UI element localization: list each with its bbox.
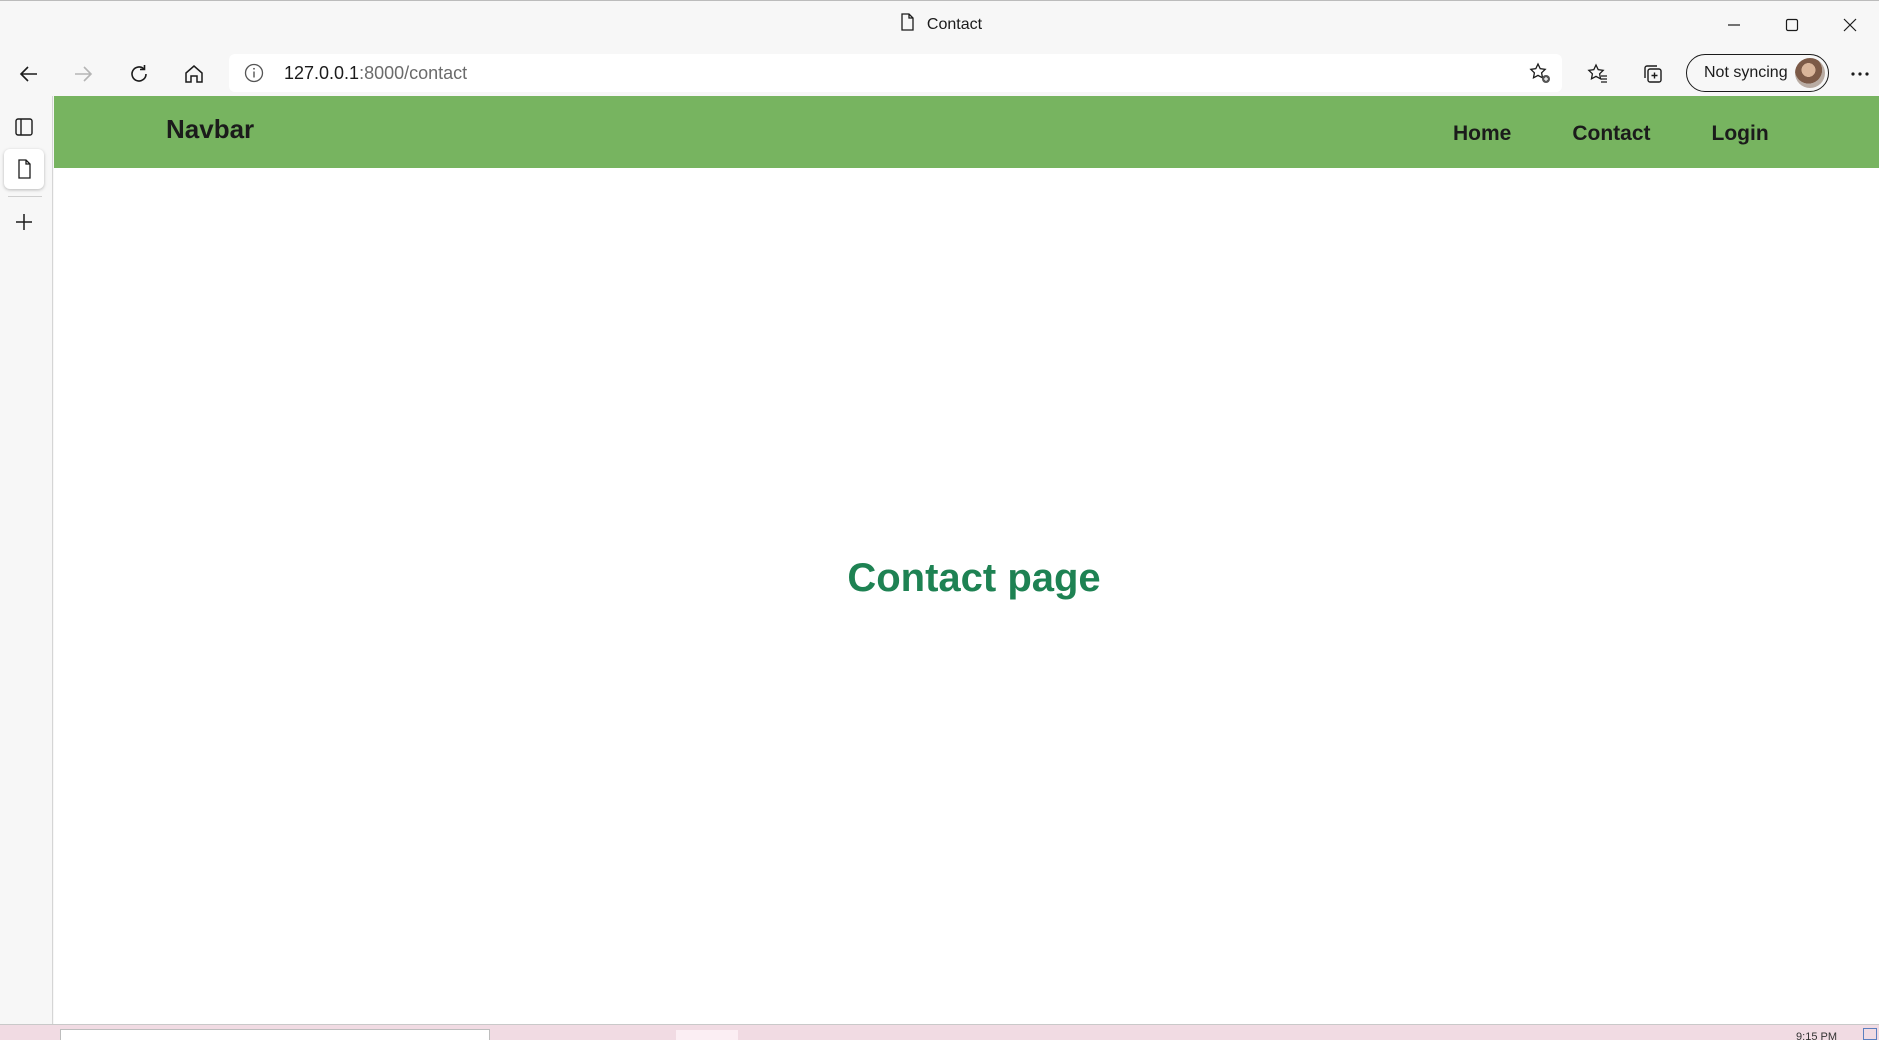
taskbar-clock: 9:15 PM <box>1796 1031 1837 1040</box>
collections-button[interactable] <box>1635 56 1671 92</box>
refresh-button[interactable] <box>121 56 157 92</box>
tab-actions-button[interactable] <box>4 107 44 147</box>
sync-status-label: Not syncing <box>1704 64 1788 81</box>
url-path: :8000/contact <box>359 63 468 83</box>
maximize-button[interactable] <box>1763 1 1821 49</box>
navbar-brand[interactable]: Navbar <box>166 114 254 145</box>
address-bar[interactable]: 127.0.0.1:8000/contact <box>229 54 1562 92</box>
more-button[interactable] <box>1842 56 1878 92</box>
favorites-button[interactable] <box>1580 56 1616 92</box>
nav-link-contact[interactable]: Contact <box>1572 122 1650 146</box>
window-controls <box>1705 1 1879 49</box>
close-window-button[interactable] <box>1821 1 1879 49</box>
back-button[interactable] <box>11 56 47 92</box>
close-icon <box>1843 18 1857 32</box>
browser-toolbar: 127.0.0.1:8000/contact Not syncing <box>0 48 1879 96</box>
new-tab-icon <box>16 214 32 230</box>
forward-button[interactable] <box>65 56 101 92</box>
taskbar-pinned-app[interactable] <box>676 1030 738 1040</box>
title-bar: Contact <box>0 0 1879 48</box>
new-tab-button[interactable] <box>4 202 44 242</box>
profile-sync-button[interactable]: Not syncing <box>1686 54 1829 92</box>
home-icon <box>185 65 203 83</box>
favorites-icon <box>1587 63 1607 83</box>
minimize-button[interactable] <box>1705 1 1763 49</box>
page-viewport: Navbar Home Contact Login Contact page <box>54 96 1879 1024</box>
tab-actions-icon <box>15 118 33 136</box>
url-text[interactable]: 127.0.0.1:8000/contact <box>284 63 467 84</box>
refresh-icon <box>131 65 147 82</box>
taskbar-search[interactable] <box>60 1029 490 1040</box>
url-host: 127.0.0.1 <box>284 63 360 83</box>
browser-window: Contact 127.0.0.1:8000/contact Not synci… <box>0 0 1879 1040</box>
nav-link-home[interactable]: Home <box>1453 122 1511 146</box>
info-icon[interactable] <box>243 62 265 84</box>
collections-icon <box>1644 65 1662 83</box>
window-title-group: Contact <box>897 12 982 37</box>
os-taskbar: 9:15 PM <box>0 1024 1879 1040</box>
sidebar-divider <box>8 196 42 197</box>
notification-icon[interactable] <box>1863 1028 1877 1040</box>
nav-link-login[interactable]: Login <box>1712 122 1769 146</box>
page-heading: Contact page <box>847 556 1101 600</box>
site-navbar: Navbar Home Contact Login <box>54 96 1879 168</box>
window-title: Contact <box>926 15 983 33</box>
back-icon <box>19 66 37 82</box>
file-icon <box>897 12 917 37</box>
forward-icon <box>75 66 93 82</box>
maximize-icon <box>1785 18 1799 32</box>
more-icon <box>1851 72 1869 76</box>
tab-contact[interactable] <box>4 149 44 189</box>
nav-links: Home Contact Login <box>1453 122 1769 146</box>
home-button[interactable] <box>176 56 212 92</box>
page-icon <box>18 159 31 179</box>
minimize-icon <box>1728 24 1740 26</box>
vertical-tabs-sidebar <box>0 96 53 1024</box>
avatar <box>1795 58 1825 88</box>
add-favorite-icon[interactable] <box>1528 61 1552 85</box>
